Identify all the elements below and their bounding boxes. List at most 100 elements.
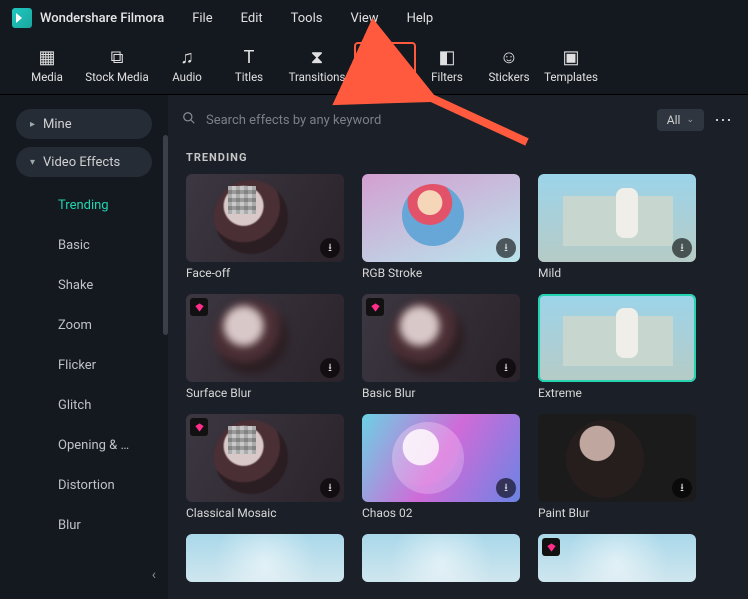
tab-stickers[interactable]: ☺ Stickers: [478, 42, 540, 90]
menu-tools[interactable]: Tools: [291, 11, 323, 26]
sidebar-group-label: Mine: [43, 117, 72, 132]
sidebar-group-label: Video Effects: [43, 155, 120, 170]
tab-stock-media[interactable]: ⧉ Stock Media: [78, 42, 156, 90]
module-toolbar: ▦ Media ⧉ Stock Media ♫ Audio T Titles ⧗…: [0, 36, 748, 94]
stickers-icon: ☺: [500, 49, 518, 67]
premium-badge-icon: [542, 538, 560, 556]
sidebar-list: Trending Basic Shake Zoom Flicker Glitch…: [0, 181, 168, 545]
effect-thumbnail[interactable]: ⭳: [186, 294, 344, 382]
effect-thumbnail[interactable]: ⭳: [362, 174, 520, 262]
tab-media[interactable]: ▦ Media: [16, 42, 78, 90]
tab-templates[interactable]: ▣ Templates: [540, 42, 602, 90]
effect-thumbnail[interactable]: [362, 534, 520, 582]
effect-label: Mild: [538, 266, 696, 286]
search-icon: [182, 111, 196, 129]
effect-thumbnail[interactable]: [538, 294, 696, 382]
effect-card-extreme[interactable]: Extreme: [538, 294, 696, 406]
effect-label: Basic Blur: [362, 386, 520, 406]
effect-card-surface-blur[interactable]: ⭳ Surface Blur: [186, 294, 344, 406]
sidebar-item-zoom[interactable]: Zoom: [0, 305, 168, 345]
tab-transitions[interactable]: ⧗ Transitions: [280, 42, 354, 90]
download-icon[interactable]: ⭳: [320, 238, 340, 258]
effect-card-rgb-stroke[interactable]: ⭳ RGB Stroke: [362, 174, 520, 286]
stock-media-icon: ⧉: [111, 49, 124, 67]
effect-thumbnail[interactable]: ⭳: [362, 294, 520, 382]
chevron-down-icon: ⌄: [686, 115, 694, 125]
sidebar-item-blur[interactable]: Blur: [0, 505, 168, 545]
transitions-icon: ⧗: [311, 49, 324, 67]
effect-thumbnail[interactable]: ⭳: [538, 414, 696, 502]
sidebar-item-flicker[interactable]: Flicker: [0, 345, 168, 385]
tab-label: Audio: [172, 70, 202, 84]
menu-file[interactable]: File: [192, 11, 212, 26]
section-heading: TRENDING: [168, 145, 748, 174]
sidebar-group-video-effects[interactable]: ▾ Video Effects: [16, 147, 152, 177]
effect-card-basic-blur[interactable]: ⭳ Basic Blur: [362, 294, 520, 406]
effect-card-paint-blur[interactable]: ⭳ Paint Blur: [538, 414, 696, 526]
tab-label: Effects: [367, 71, 403, 85]
title-bar: Wondershare Filmora File Edit Tools View…: [0, 0, 748, 36]
premium-badge-icon: [190, 418, 208, 436]
sidebar-item-trending[interactable]: Trending: [0, 185, 168, 225]
collapse-sidebar-button[interactable]: ‹: [152, 567, 156, 583]
effect-label: Classical Mosaic: [186, 506, 344, 526]
menu-edit[interactable]: Edit: [241, 11, 263, 26]
sidebar-scrollbar[interactable]: [163, 135, 168, 335]
download-icon[interactable]: ⭳: [320, 478, 340, 498]
sidebar-item-distortion[interactable]: Distortion: [0, 465, 168, 505]
filters-icon: ◧: [438, 49, 455, 67]
download-icon[interactable]: ⭳: [672, 238, 692, 258]
chevron-right-icon: ▸: [30, 119, 35, 130]
effect-card-partial-3[interactable]: [538, 534, 696, 582]
app-title: Wondershare Filmora: [40, 11, 164, 26]
effect-card-face-off[interactable]: ⭳ Face-off: [186, 174, 344, 286]
effect-card-classical-mosaic[interactable]: ⭳ Classical Mosaic: [186, 414, 344, 526]
premium-badge-icon: [366, 298, 384, 316]
effect-thumbnail[interactable]: ⭳: [362, 414, 520, 502]
premium-badge-icon: [190, 298, 208, 316]
menu-help[interactable]: Help: [407, 11, 434, 26]
download-icon[interactable]: ⭳: [672, 478, 692, 498]
main-menu: File Edit Tools View Help: [192, 11, 433, 26]
menu-view[interactable]: View: [350, 11, 378, 26]
effect-label: Face-off: [186, 266, 344, 286]
download-icon[interactable]: ⭳: [320, 358, 340, 378]
download-icon[interactable]: ⭳: [496, 238, 516, 258]
tab-label: Stickers: [488, 70, 529, 84]
filter-dropdown[interactable]: All ⌄: [657, 109, 704, 131]
tab-audio[interactable]: ♫ Audio: [156, 42, 218, 90]
chevron-down-icon: ▾: [30, 157, 35, 168]
search-input[interactable]: [206, 113, 647, 128]
effect-card-mild[interactable]: ⭳ Mild: [538, 174, 696, 286]
more-options-button[interactable]: ⋯: [714, 110, 734, 131]
download-icon[interactable]: ⭳: [496, 478, 516, 498]
tab-label: Stock Media: [85, 70, 148, 84]
effect-thumbnail[interactable]: ⭳: [538, 174, 696, 262]
sidebar-item-basic[interactable]: Basic: [0, 225, 168, 265]
effect-card-partial-1[interactable]: [186, 534, 344, 582]
effect-card-partial-2[interactable]: [362, 534, 520, 582]
effect-thumbnail[interactable]: [538, 534, 696, 582]
content-area: ▸ Mine ▾ Video Effects Trending Basic Sh…: [0, 94, 748, 599]
templates-icon: ▣: [562, 49, 579, 67]
effect-label: RGB Stroke: [362, 266, 520, 286]
effect-thumbnail[interactable]: ⭳: [186, 174, 344, 262]
tab-label: Templates: [544, 70, 598, 84]
sidebar-item-glitch[interactable]: Glitch: [0, 385, 168, 425]
effect-thumbnail[interactable]: ⭳: [186, 414, 344, 502]
filter-label: All: [667, 113, 681, 127]
sidebar-group-mine[interactable]: ▸ Mine: [16, 109, 152, 139]
sidebar-item-opening[interactable]: Opening & …: [0, 425, 168, 465]
tab-titles[interactable]: T Titles: [218, 42, 280, 90]
tab-label: Media: [31, 70, 63, 84]
sidebar: ▸ Mine ▾ Video Effects Trending Basic Sh…: [0, 95, 168, 599]
app-logo: [12, 8, 32, 28]
effect-card-chaos-02[interactable]: ⭳ Chaos 02: [362, 414, 520, 526]
effect-label: Chaos 02: [362, 506, 520, 526]
sidebar-item-shake[interactable]: Shake: [0, 265, 168, 305]
download-icon[interactable]: ⭳: [496, 358, 516, 378]
effect-thumbnail[interactable]: [186, 534, 344, 582]
effect-label: Surface Blur: [186, 386, 344, 406]
tab-filters[interactable]: ◧ Filters: [416, 42, 478, 90]
tab-effects[interactable]: ✦ Effects: [354, 42, 416, 92]
